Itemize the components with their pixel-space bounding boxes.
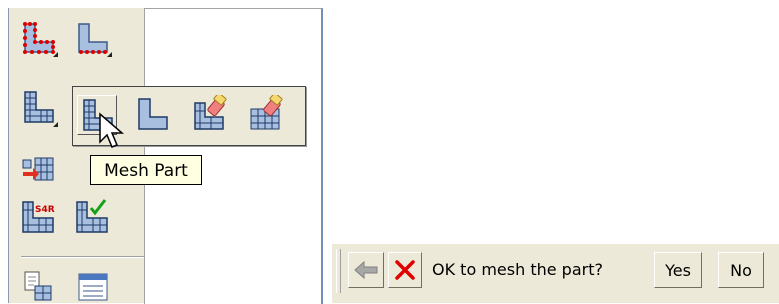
layout-tool-button[interactable] <box>73 264 113 304</box>
verify-mesh-tool-button[interactable] <box>73 196 113 236</box>
layout-icon <box>78 273 108 301</box>
mesh-part-tooltip: Mesh Part <box>90 155 202 185</box>
previous-step-button[interactable] <box>348 252 384 288</box>
red-x-icon <box>395 260 415 280</box>
query-icon <box>24 271 52 301</box>
assign-element-type-icon: S4R <box>22 201 55 233</box>
svg-text:S4R: S4R <box>35 205 55 215</box>
back-arrow-icon <box>354 260 378 280</box>
toolbox-divider <box>21 256 145 258</box>
mesh-part-tool-button[interactable] <box>19 88 59 128</box>
seed-part-tool-button[interactable] <box>19 18 59 58</box>
no-button[interactable]: No <box>718 252 764 288</box>
verify-mesh-icon <box>76 199 108 233</box>
prompt-grip <box>336 249 341 293</box>
delete-part-mesh-icon <box>194 95 227 130</box>
assign-mesh-controls-tool-button[interactable] <box>19 150 59 190</box>
assign-mesh-controls-icon <box>22 157 54 181</box>
flyout-delete-region-mesh-button[interactable] <box>247 95 287 135</box>
prompt-area: OK to mesh the part? Yes No <box>332 244 779 303</box>
query-tool-button[interactable] <box>19 264 59 304</box>
delete-region-mesh-icon <box>250 95 283 130</box>
mesh-module-toolbox: S4R Mesh Part <box>0 0 323 304</box>
flyout-mesh-region-button[interactable] <box>133 95 173 135</box>
seed-edges-tool-button[interactable] <box>73 18 113 58</box>
flyout-delete-part-mesh-button[interactable] <box>191 95 231 135</box>
flyout-indicator <box>53 122 58 127</box>
prompt-question: OK to mesh the part? <box>432 260 603 279</box>
mouse-pointer-icon <box>99 112 125 148</box>
flyout-indicator <box>53 52 58 57</box>
yes-button[interactable]: Yes <box>654 252 702 288</box>
flyout-indicator <box>107 52 112 57</box>
assign-element-type-tool-button[interactable]: S4R <box>19 196 59 236</box>
cancel-procedure-button[interactable] <box>388 252 422 288</box>
mesh-region-icon <box>138 98 168 130</box>
